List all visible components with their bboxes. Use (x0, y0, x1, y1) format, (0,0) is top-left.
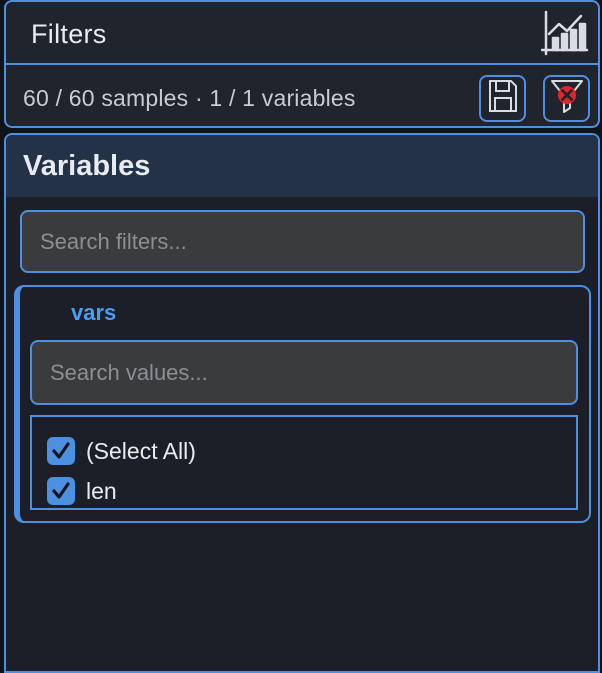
checkbox-checked-icon[interactable] (47, 477, 75, 505)
search-filters-input[interactable]: Search filters... (20, 210, 585, 273)
filters-panel-header: Filters (4, 0, 600, 65)
section-header: Variables (6, 135, 598, 197)
select-all-option[interactable]: (Select All) (47, 431, 576, 471)
filter-card-vars: vars Search values... (Select All) len (14, 285, 591, 523)
status-bar: 60 / 60 samples · 1 / 1 variables (4, 65, 600, 128)
checkbox-checked-icon[interactable] (47, 437, 75, 465)
chart-bars-icon[interactable] (540, 10, 589, 58)
clear-filter-icon (549, 78, 585, 119)
save-button[interactable] (479, 75, 526, 122)
value-list: (Select All) len (30, 415, 578, 510)
floppy-disk-icon (488, 79, 518, 118)
variables-section: Variables Search filters... vars Search … (4, 133, 600, 673)
filter-name: vars (71, 300, 117, 325)
sample-count-text: 60 / 60 samples · 1 / 1 variables (23, 85, 356, 111)
option-label: len (86, 477, 117, 504)
panel-title: Filters (31, 19, 107, 49)
search-filters-placeholder: Search filters... (40, 228, 187, 254)
search-values-input[interactable]: Search values... (30, 340, 578, 405)
option-label: (Select All) (86, 437, 196, 464)
value-option-len[interactable]: len (47, 471, 576, 511)
search-values-placeholder: Search values... (50, 359, 208, 385)
section-title: Variables (23, 150, 151, 182)
clear-filters-button[interactable] (543, 75, 590, 122)
